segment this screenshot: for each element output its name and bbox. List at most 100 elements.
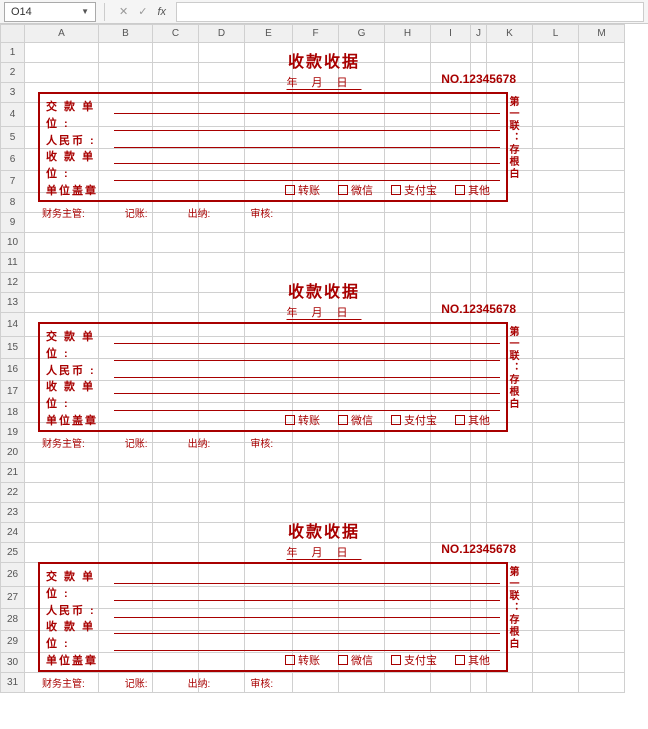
cell[interactable] <box>431 483 471 503</box>
cell[interactable] <box>199 463 245 483</box>
row-header[interactable]: 5 <box>1 127 25 149</box>
cell[interactable] <box>471 463 487 483</box>
cell[interactable] <box>533 563 579 587</box>
cell[interactable] <box>339 563 385 587</box>
cell[interactable] <box>471 483 487 503</box>
cell[interactable] <box>533 213 579 233</box>
cell[interactable] <box>245 253 293 273</box>
cell[interactable] <box>293 127 339 149</box>
cell[interactable] <box>245 83 293 103</box>
cell[interactable] <box>99 43 153 63</box>
cell[interactable] <box>533 253 579 273</box>
cell[interactable] <box>471 293 487 313</box>
cell[interactable] <box>471 83 487 103</box>
cell[interactable] <box>99 543 153 563</box>
cell[interactable] <box>431 403 471 423</box>
name-box[interactable]: O14 ▼ <box>4 2 96 22</box>
cell[interactable] <box>199 293 245 313</box>
cell[interactable] <box>471 443 487 463</box>
cell[interactable] <box>431 543 471 563</box>
row-header[interactable]: 18 <box>1 403 25 423</box>
cell[interactable] <box>431 127 471 149</box>
cell[interactable] <box>533 63 579 83</box>
cell[interactable] <box>245 563 293 587</box>
cell[interactable] <box>199 313 245 337</box>
cell[interactable] <box>293 233 339 253</box>
cell[interactable] <box>25 359 99 381</box>
row-header[interactable]: 23 <box>1 503 25 523</box>
row-header[interactable]: 29 <box>1 631 25 653</box>
cell[interactable] <box>579 313 625 337</box>
cell[interactable] <box>385 171 431 193</box>
cell[interactable] <box>99 253 153 273</box>
cell[interactable] <box>293 609 339 631</box>
cell[interactable] <box>245 523 293 543</box>
row-header[interactable]: 6 <box>1 149 25 171</box>
cell[interactable] <box>533 443 579 463</box>
cell[interactable] <box>25 423 99 443</box>
cell[interactable] <box>25 337 99 359</box>
cell[interactable] <box>533 83 579 103</box>
cell[interactable] <box>199 233 245 253</box>
cell[interactable] <box>199 171 245 193</box>
cell[interactable] <box>385 403 431 423</box>
cell[interactable] <box>533 127 579 149</box>
cell[interactable] <box>339 523 385 543</box>
cell[interactable] <box>199 423 245 443</box>
confirm-icon[interactable]: ✓ <box>138 5 147 18</box>
cell[interactable] <box>579 193 625 213</box>
cell[interactable] <box>339 83 385 103</box>
cell[interactable] <box>293 463 339 483</box>
cell[interactable] <box>385 673 431 693</box>
cell[interactable] <box>293 653 339 673</box>
cell[interactable] <box>199 63 245 83</box>
cell[interactable] <box>99 273 153 293</box>
cell[interactable] <box>579 443 625 463</box>
cell[interactable] <box>533 587 579 609</box>
cell[interactable] <box>579 359 625 381</box>
cell[interactable] <box>431 233 471 253</box>
cell[interactable] <box>199 273 245 293</box>
cell[interactable] <box>25 483 99 503</box>
cell[interactable] <box>579 337 625 359</box>
col-header[interactable]: L <box>533 25 579 43</box>
cell[interactable] <box>385 463 431 483</box>
cell[interactable] <box>579 587 625 609</box>
cell[interactable] <box>25 403 99 423</box>
cell[interactable] <box>25 63 99 83</box>
cell[interactable] <box>533 273 579 293</box>
cell[interactable] <box>579 653 625 673</box>
cell[interactable] <box>533 463 579 483</box>
cell[interactable] <box>293 63 339 83</box>
cell[interactable] <box>99 233 153 253</box>
cell[interactable] <box>533 171 579 193</box>
cell[interactable] <box>99 83 153 103</box>
cell[interactable] <box>579 43 625 63</box>
cell[interactable] <box>245 609 293 631</box>
cell[interactable] <box>385 587 431 609</box>
cell[interactable] <box>471 337 487 359</box>
cell[interactable] <box>385 193 431 213</box>
cell[interactable] <box>245 127 293 149</box>
col-header[interactable]: E <box>245 25 293 43</box>
col-header[interactable]: F <box>293 25 339 43</box>
cell[interactable] <box>153 171 199 193</box>
cell[interactable] <box>153 653 199 673</box>
cell[interactable] <box>487 193 533 213</box>
cell[interactable] <box>199 443 245 463</box>
cell[interactable] <box>153 483 199 503</box>
cell[interactable] <box>153 213 199 233</box>
cell[interactable] <box>99 609 153 631</box>
row-header[interactable]: 21 <box>1 463 25 483</box>
cell[interactable] <box>487 63 533 83</box>
cell[interactable] <box>245 443 293 463</box>
cell[interactable] <box>199 337 245 359</box>
cell[interactable] <box>99 563 153 587</box>
cell[interactable] <box>487 253 533 273</box>
cell[interactable] <box>579 543 625 563</box>
col-header[interactable]: A <box>25 25 99 43</box>
cell[interactable] <box>339 63 385 83</box>
cell[interactable] <box>25 127 99 149</box>
cell[interactable] <box>385 233 431 253</box>
col-header[interactable]: I <box>431 25 471 43</box>
